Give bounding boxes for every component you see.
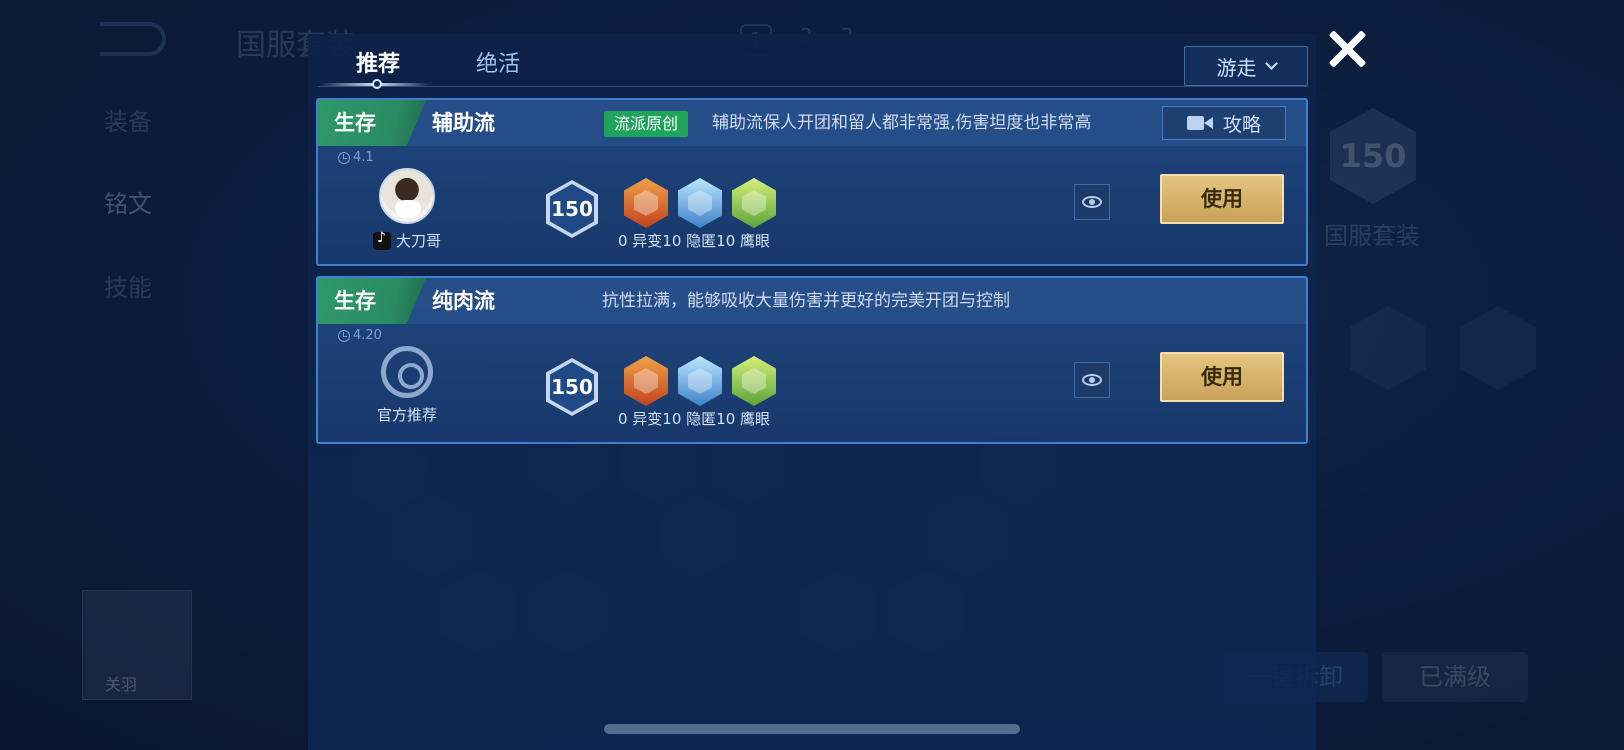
rune-icons (624, 356, 776, 406)
original-badge: 流派原创 (604, 111, 689, 137)
level-badge: 150 (546, 180, 598, 238)
version-label: 4.1 (338, 150, 374, 165)
rune-hawkeye-icon[interactable] (732, 178, 776, 228)
category-tag: 生存 (318, 100, 426, 146)
preview-button[interactable] (1074, 362, 1110, 398)
preview-button[interactable] (1074, 184, 1110, 220)
build-description: 辅助流保人开团和留人都非常强,伤害坦度也非常高 (712, 113, 1092, 133)
tab-signature[interactable]: 绝活 (438, 44, 558, 90)
use-button[interactable]: 使用 (1160, 352, 1284, 402)
build-name: 辅助流 (432, 111, 495, 135)
chevron-down-icon (1264, 57, 1278, 70)
author-name: 官方推荐 (376, 406, 437, 424)
close-button[interactable] (1322, 24, 1374, 76)
rune-icons (624, 178, 776, 228)
role-dropdown[interactable]: 游走 (1184, 46, 1308, 86)
build-name: 纯肉流 (432, 289, 495, 313)
video-camera-icon (1186, 114, 1213, 132)
active-tab-dot (372, 79, 382, 89)
tabs-divider (318, 86, 1308, 87)
home-indicator[interactable] (604, 724, 1020, 734)
rune-labels: 0 异变10 隐匿10 鹰眼 (618, 232, 771, 250)
build-card: 生存 纯肉流 抗性拉满，能够吸收大量伤害并更好的完美开团与控制 4.20 官方推… (316, 276, 1308, 444)
card-header: 生存 纯肉流 抗性拉满，能够吸收大量伤害并更好的完美开团与控制 (318, 278, 1306, 324)
tiktok-icon (372, 230, 391, 250)
rune-mutation-icon[interactable] (624, 356, 668, 406)
author: 官方推荐 (352, 346, 462, 425)
author-name: 大刀哥 (395, 232, 441, 250)
rune-stealth-icon[interactable] (678, 356, 722, 406)
card-header: 生存 辅助流 流派原创 辅助流保人开团和留人都非常强,伤害坦度也非常高 攻略 (318, 100, 1306, 146)
rune-stealth-icon[interactable] (678, 178, 722, 228)
author[interactable]: 大刀哥 (352, 168, 462, 251)
rune-hawkeye-icon[interactable] (732, 356, 776, 406)
official-logo-icon (381, 346, 433, 398)
build-card: 生存 辅助流 流派原创 辅助流保人开团和留人都非常强,伤害坦度也非常高 攻略 4… (316, 98, 1308, 266)
rune-mutation-icon[interactable] (624, 178, 668, 228)
clock-icon (338, 151, 350, 164)
category-tag: 生存 (318, 278, 426, 324)
avatar[interactable] (379, 168, 435, 224)
role-dropdown-value: 游走 (1216, 55, 1257, 80)
guide-label: 攻略 (1222, 113, 1261, 136)
use-button[interactable]: 使用 (1160, 174, 1284, 224)
guide-button[interactable]: 攻略 (1162, 106, 1286, 140)
version-label: 4.20 (338, 328, 382, 343)
clock-icon (338, 329, 350, 342)
build-description: 抗性拉满，能够吸收大量伤害并更好的完美开团与控制 (602, 291, 1010, 311)
level-badge: 150 (546, 358, 598, 416)
rune-labels: 0 异变10 隐匿10 鹰眼 (618, 410, 771, 428)
